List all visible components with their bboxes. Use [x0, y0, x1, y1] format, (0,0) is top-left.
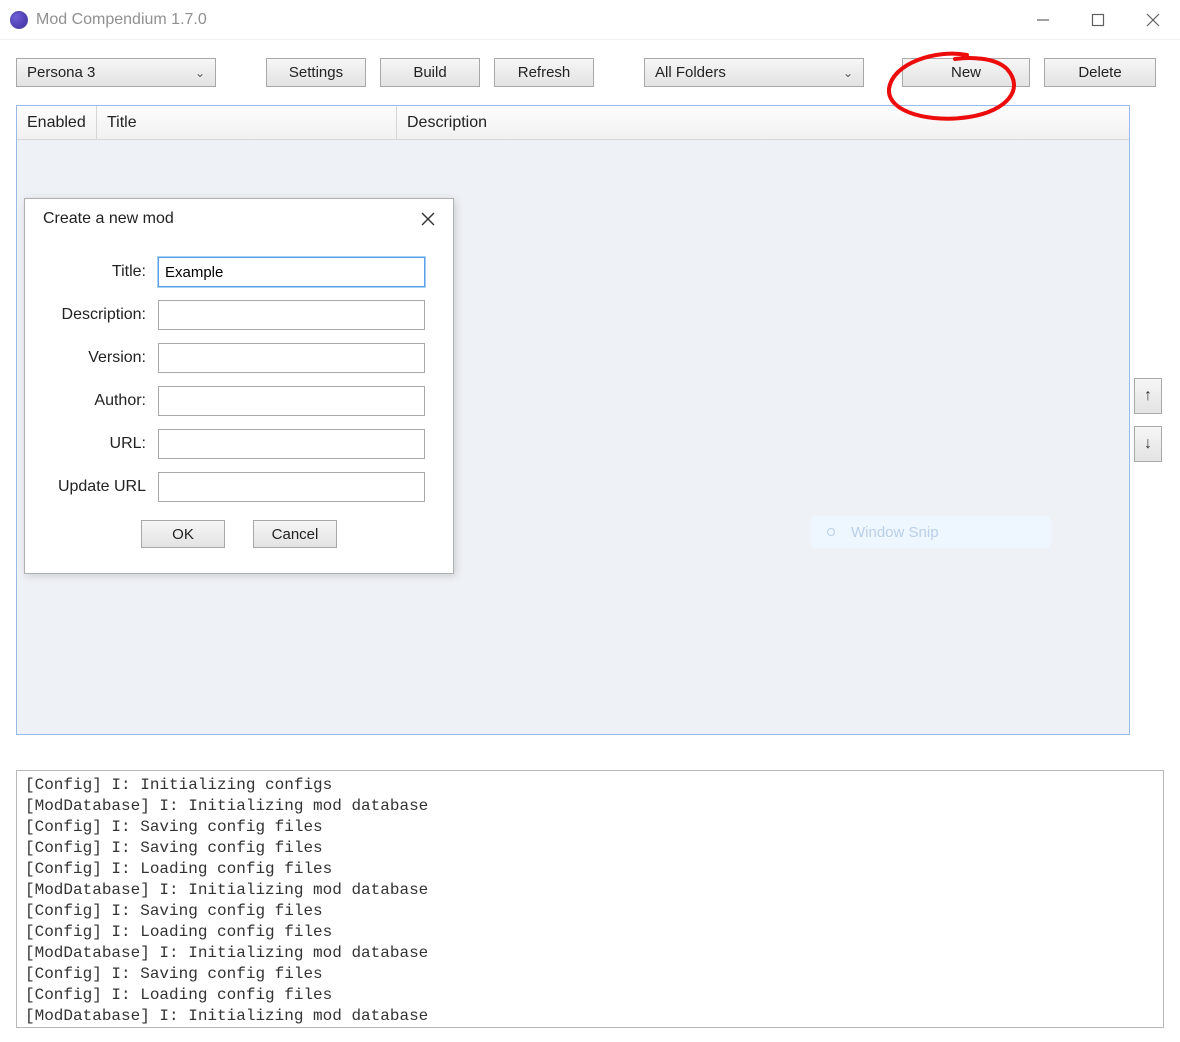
build-button[interactable]: Build — [380, 58, 480, 87]
url-input[interactable] — [158, 429, 425, 459]
updateurl-label: Update URL — [53, 478, 158, 496]
th-description[interactable]: Description — [397, 106, 1129, 139]
titlebar: Mod Compendium 1.7.0 — [0, 0, 1180, 40]
close-window-button[interactable] — [1125, 0, 1180, 40]
delete-button[interactable]: Delete — [1044, 58, 1156, 87]
snip-label: Window Snip — [851, 524, 939, 541]
description-label: Description: — [53, 306, 158, 324]
table-header: Enabled Title Description — [17, 106, 1129, 140]
updateurl-input[interactable] — [158, 472, 425, 502]
author-input[interactable] — [158, 386, 425, 416]
chevron-down-icon: ⌄ — [843, 66, 853, 80]
description-input[interactable] — [158, 300, 425, 330]
game-dropdown-label: Persona 3 — [27, 64, 95, 81]
version-input[interactable] — [158, 343, 425, 373]
maximize-button[interactable] — [1070, 0, 1125, 40]
create-mod-dialog: Create a new mod Title: Description: Ver… — [24, 198, 454, 574]
ok-button[interactable]: OK — [141, 520, 225, 548]
version-label: Version: — [53, 349, 158, 367]
minimize-button[interactable] — [1015, 0, 1070, 40]
close-icon — [421, 212, 435, 226]
dialog-close-button[interactable] — [413, 204, 443, 234]
cancel-button[interactable]: Cancel — [253, 520, 337, 548]
snip-dot-icon — [827, 528, 835, 536]
folders-dropdown-label: All Folders — [655, 64, 726, 81]
dialog-titlebar: Create a new mod — [25, 199, 453, 239]
title-input[interactable] — [158, 257, 425, 287]
toolbar: Persona 3 ⌄ Settings Build Refresh All F… — [0, 40, 1180, 105]
th-title[interactable]: Title — [97, 106, 397, 139]
window-title: Mod Compendium 1.7.0 — [36, 11, 207, 29]
settings-button[interactable]: Settings — [266, 58, 366, 87]
dialog-body: Title: Description: Version: Author: URL… — [25, 239, 453, 548]
new-button[interactable]: New — [902, 58, 1030, 87]
minimize-icon — [1036, 13, 1050, 27]
log-panel[interactable]: [Config] I: Initializing configs [ModDat… — [16, 770, 1164, 1028]
title-label: Title: — [53, 263, 158, 281]
game-dropdown[interactable]: Persona 3 ⌄ — [16, 58, 216, 87]
maximize-icon — [1091, 13, 1105, 27]
refresh-button[interactable]: Refresh — [494, 58, 594, 87]
dialog-title: Create a new mod — [43, 210, 413, 228]
app-icon — [10, 11, 28, 29]
author-label: Author: — [53, 392, 158, 410]
close-icon — [1146, 13, 1160, 27]
move-down-button[interactable]: ↓ — [1134, 426, 1162, 462]
window-snip-bubble[interactable]: Window Snip — [811, 516, 1051, 548]
url-label: URL: — [53, 435, 158, 453]
reorder-arrows: ↑ ↓ — [1134, 105, 1164, 735]
th-enabled[interactable]: Enabled — [17, 106, 97, 139]
move-up-button[interactable]: ↑ — [1134, 378, 1162, 414]
folders-dropdown[interactable]: All Folders ⌄ — [644, 58, 864, 87]
chevron-down-icon: ⌄ — [195, 66, 205, 80]
